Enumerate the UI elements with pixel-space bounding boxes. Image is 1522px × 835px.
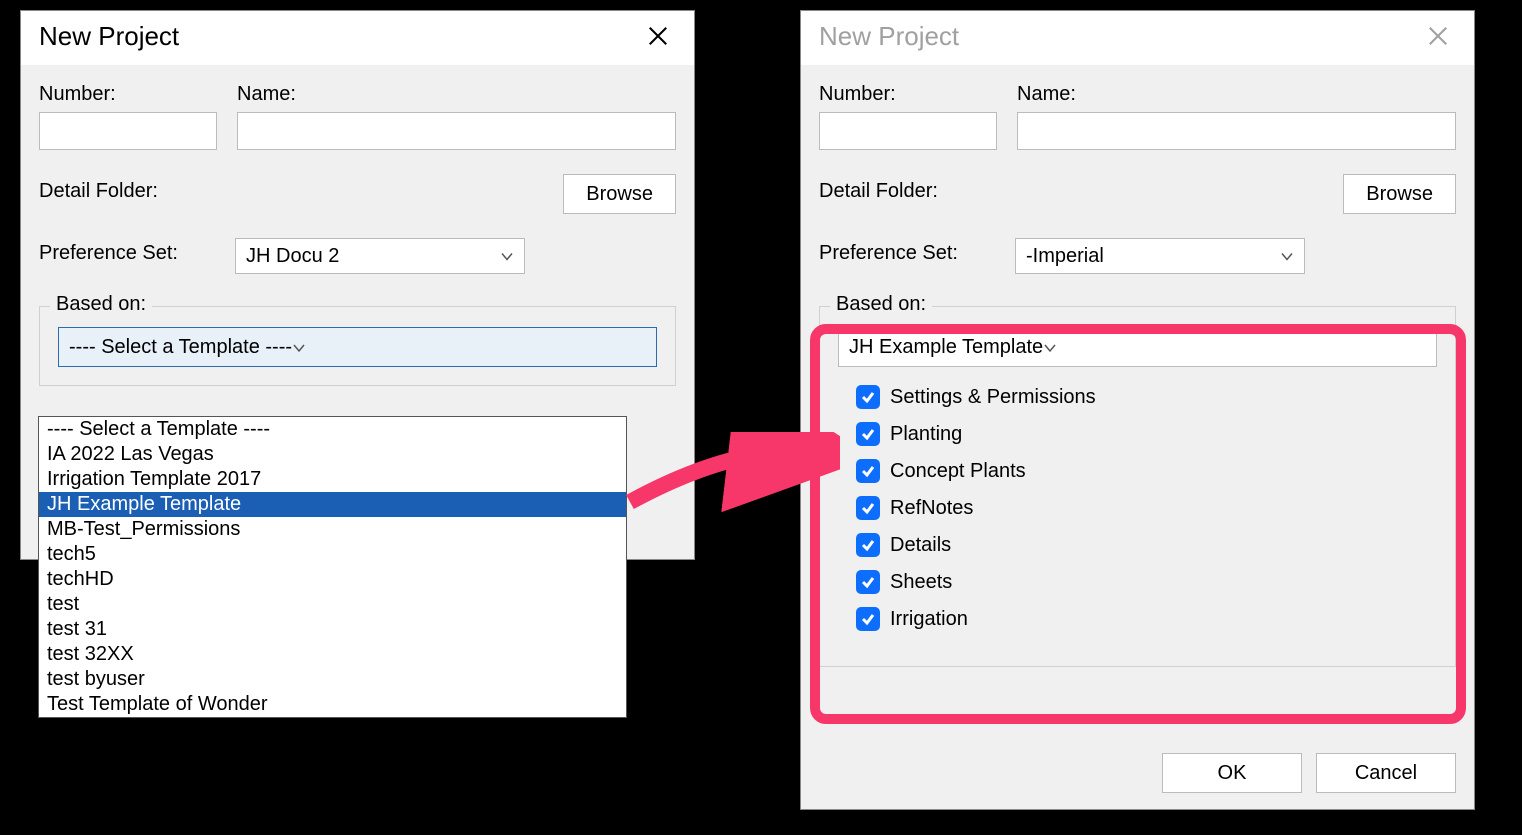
dropdown-option[interactable]: JH Example Template [39,492,626,517]
template-select[interactable]: ---- Select a Template ---- [58,327,657,367]
dropdown-option[interactable]: test 32XX [39,642,626,667]
titlebar: New Project [21,11,694,65]
pref-set-value: JH Docu 2 [246,245,339,268]
checkbox[interactable] [856,570,880,594]
dropdown-option[interactable]: Irrigation Template 2017 [39,467,626,492]
check-label: Details [890,534,951,557]
dropdown-option[interactable]: Test Template of Wonder [39,692,626,717]
dialog-new-project-right: New Project Number: Name: Detail Folder:… [800,10,1475,810]
based-on-group: Based on: ---- Select a Template ---- [39,306,676,386]
ok-button[interactable]: OK [1162,753,1302,793]
close-button[interactable] [640,18,676,54]
template-checklist: Settings & Permissions Planting Concept Pl… [838,385,1437,631]
dropdown-option[interactable]: test byuser [39,667,626,692]
check-icon [860,537,876,553]
check-icon [860,389,876,405]
check-label: Concept Plants [890,460,1026,483]
name-label: Name: [1017,83,1456,106]
name-input[interactable] [1017,112,1456,150]
close-button[interactable] [1420,18,1456,54]
browse-button[interactable]: Browse [1343,174,1456,214]
name-label: Name: [237,83,676,106]
checkbox[interactable] [856,496,880,520]
based-on-legend: Based on: [830,293,932,316]
checkbox[interactable] [856,459,880,483]
check-icon [860,426,876,442]
check-label: RefNotes [890,497,973,520]
close-icon [647,25,669,47]
check-label: Planting [890,423,962,446]
dialog-title: New Project [819,21,959,52]
pref-set-label: Preference Set: [819,242,1015,265]
check-row: Concept Plants [856,459,1437,483]
pref-set-select[interactable]: -Imperial [1015,238,1305,274]
check-row: Planting [856,422,1437,446]
template-select-value: ---- Select a Template ---- [69,336,292,359]
pref-set-select[interactable]: JH Docu 2 [235,238,525,274]
checkbox[interactable] [856,533,880,557]
check-row: Irrigation [856,607,1437,631]
dialog-body: Number: Name: Detail Folder: Browse Pref… [801,65,1474,743]
template-select-value: JH Example Template [849,336,1043,359]
chevron-down-icon [500,245,514,268]
detail-folder-value [235,175,553,213]
check-icon [860,611,876,627]
check-icon [860,463,876,479]
number-input[interactable] [819,112,997,150]
dropdown-option[interactable]: test 31 [39,617,626,642]
template-select[interactable]: JH Example Template [838,327,1437,367]
chevron-down-icon [1043,336,1057,359]
close-icon [1427,25,1449,47]
based-on-group: Based on: JH Example Template Settings &… [819,306,1456,667]
check-row: Settings & Permissions [856,385,1437,409]
name-input[interactable] [237,112,676,150]
titlebar: New Project [801,11,1474,65]
dropdown-option[interactable]: IA 2022 Las Vegas [39,442,626,467]
check-row: Sheets [856,570,1437,594]
number-label: Number: [39,83,217,106]
template-dropdown-list[interactable]: ---- Select a Template ----IA 2022 Las V… [38,416,627,718]
dialog-title: New Project [39,21,179,52]
based-on-legend: Based on: [50,293,152,316]
checkbox[interactable] [856,385,880,409]
check-label: Settings & Permissions [890,386,1096,409]
number-label: Number: [819,83,997,106]
dropdown-option[interactable]: techHD [39,567,626,592]
check-icon [860,500,876,516]
dropdown-option[interactable]: test [39,592,626,617]
dropdown-option[interactable]: tech5 [39,542,626,567]
browse-button[interactable]: Browse [563,174,676,214]
detail-folder-label: Detail Folder: [39,180,235,203]
checkbox[interactable] [856,422,880,446]
dropdown-option[interactable]: ---- Select a Template ---- [39,417,626,442]
detail-folder-label: Detail Folder: [819,180,1015,203]
dialog-footer: OK Cancel [801,743,1474,809]
check-row: RefNotes [856,496,1437,520]
number-input[interactable] [39,112,217,150]
dropdown-option[interactable]: MB-Test_Permissions [39,517,626,542]
pref-set-label: Preference Set: [39,242,235,265]
check-label: Sheets [890,571,952,594]
checkbox[interactable] [856,607,880,631]
pref-set-value: -Imperial [1026,245,1104,268]
detail-folder-value [1015,175,1333,213]
check-label: Irrigation [890,608,968,631]
chevron-down-icon [1280,245,1294,268]
cancel-button[interactable]: Cancel [1316,753,1456,793]
check-icon [860,574,876,590]
check-row: Details [856,533,1437,557]
chevron-down-icon [292,336,306,359]
